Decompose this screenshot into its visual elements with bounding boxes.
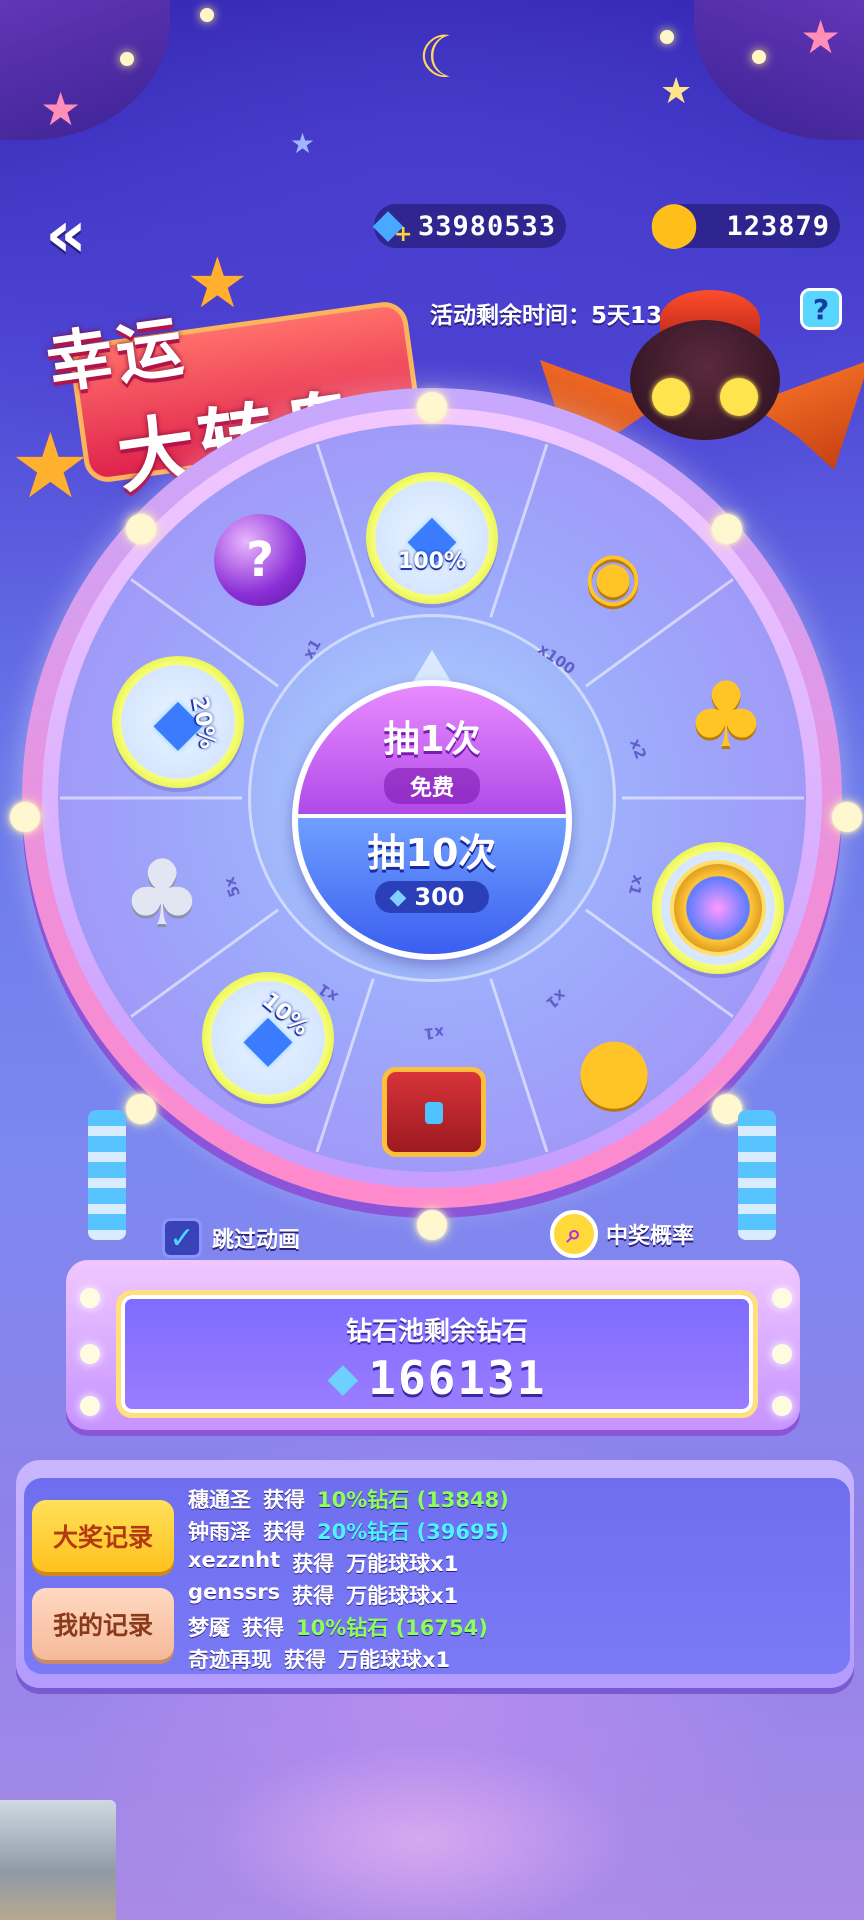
spin-hub: 抽1次 免费 抽10次 ◆ 300 (292, 680, 572, 960)
wheel-bulb (832, 802, 862, 832)
diamond-pool-panel: 钻石池剩余钻石 ◆ 166131 (116, 1290, 758, 1418)
spring-pillar-right (738, 1110, 776, 1240)
string-light (752, 50, 766, 64)
list-item: genssrs 获得 万能球球x1 (188, 1580, 459, 1608)
reward-silver-mushroom: ♣ (96, 828, 228, 960)
wheel-bulb (126, 514, 156, 544)
moon-icon: ☾ (418, 23, 470, 91)
spin-ten-cost-value: 300 (414, 883, 465, 911)
reward-percent: 100% (398, 549, 466, 574)
spin-ten-label: 抽10次 (367, 831, 497, 875)
spin-once-free: 免费 (383, 768, 480, 804)
string-light (660, 30, 674, 44)
stage-light (80, 1344, 100, 1364)
back-arrow-icon: « (45, 198, 87, 272)
floating-thumbnail[interactable] (0, 1800, 116, 1920)
diamond-icon: ◆ (389, 884, 407, 910)
reward-mystery-orb: ? (194, 494, 326, 626)
mystery-orb-icon: ? (214, 514, 306, 606)
reward-gold-trophy-ball: ● (548, 1002, 680, 1134)
gold-mushroom-icon: ♣ (685, 663, 767, 768)
wheel-bulb (417, 392, 447, 422)
star-icon: ★ (800, 10, 842, 64)
spring-pillar-left (88, 1110, 126, 1240)
star-icon: ★ (290, 127, 316, 160)
spin-once-button[interactable]: 抽1次 免费 (298, 686, 566, 818)
dragon-eye (720, 378, 758, 416)
pool-amount: ◆ 166131 (121, 1351, 753, 1405)
list-item: 钟雨泽 获得 20%钻石 (39695) (188, 1520, 509, 1544)
checkbox-checked-icon: ✓ (162, 1218, 202, 1258)
string-light (200, 8, 214, 22)
mushroom-counter: ⬤ 123879 (649, 202, 840, 248)
stage-light (772, 1288, 792, 1308)
reward-gold-mushroom: ♣ (660, 650, 792, 782)
diamond-plus-icon: ◆ + (372, 201, 413, 247)
stage-light (772, 1344, 792, 1364)
star-icon: ★ (660, 71, 693, 112)
skip-animation-label: 跳过动画 (212, 1228, 301, 1253)
tab-my-records[interactable]: 我的记录 (32, 1588, 174, 1660)
reward-gold-coins: ◉ (547, 510, 679, 642)
dragon-head (630, 320, 780, 440)
stage-light (80, 1288, 100, 1308)
gold-ball-icon: ● (575, 1016, 653, 1119)
skip-animation-toggle[interactable]: ✓ 跳过动画 (162, 1218, 300, 1258)
silver-mushroom-icon: ♣ (121, 841, 203, 946)
spin-once-label: 抽1次 (383, 719, 481, 760)
reward-swirl-token (652, 842, 784, 974)
records-list: 穗通圣 获得 10%钻石 (13848) 钟雨泽 获得 20%钻石 (39695) xe… (188, 1484, 828, 1676)
gold-coin-icon: ◉ (584, 537, 642, 614)
wheel-bulb (417, 1210, 447, 1240)
pool-label: 钻石池剩余钻石 (345, 1317, 528, 1347)
wheel-bulb (10, 802, 40, 832)
spin-ten-cost: ◆ 300 (375, 881, 489, 913)
star-icon: ★ (40, 82, 82, 136)
stage-light (772, 1396, 792, 1416)
reward-diamond-pile-20: ◆ 20% (112, 656, 244, 788)
list-item: xezznht 获得 万能球球x1 (188, 1548, 459, 1576)
magnifier-icon: ⌕ (550, 1210, 598, 1258)
win-probability-button[interactable]: ⌕ 中奖概率 (550, 1210, 694, 1258)
list-item: 梦魇 获得 10%钻石 (16754) (188, 1616, 488, 1640)
tab-grand-prize-records[interactable]: 大奖记录 (32, 1500, 174, 1572)
wheel-bulb (126, 1094, 156, 1124)
swirl-token-icon (670, 860, 766, 956)
string-light (120, 52, 134, 66)
diamond-icon: ◆ (327, 1355, 359, 1401)
wheel-bulb (712, 514, 742, 544)
stage-light (80, 1396, 100, 1416)
reward-diamond-pile-10: ◆ 10% (202, 972, 334, 1104)
star-icon: ★ (186, 242, 249, 324)
list-item: 奇迹再现 获得 万能球球x1 (188, 1648, 451, 1672)
win-probability-label: 中奖概率 (606, 1224, 695, 1249)
treasure-chest-icon (382, 1067, 486, 1157)
dragon-eye (652, 378, 690, 416)
diamond-counter[interactable]: ◆ + 33980533 (373, 204, 566, 248)
mushroom-icon: ⬤ (649, 198, 699, 249)
bottom-decoration (0, 1720, 864, 1920)
back-button[interactable]: « (28, 200, 104, 270)
list-item: 穗通圣 获得 10%钻石 (13848) (188, 1488, 509, 1512)
pool-value: 166131 (368, 1351, 547, 1405)
wheel-divider (489, 443, 549, 618)
reward-diamond-pile-100: ◆ 100% (366, 472, 498, 604)
reward-treasure-chest (368, 1046, 500, 1178)
multiplier-label: x1 (423, 1023, 445, 1043)
spin-ten-button[interactable]: 抽10次 ◆ 300 (298, 818, 566, 954)
